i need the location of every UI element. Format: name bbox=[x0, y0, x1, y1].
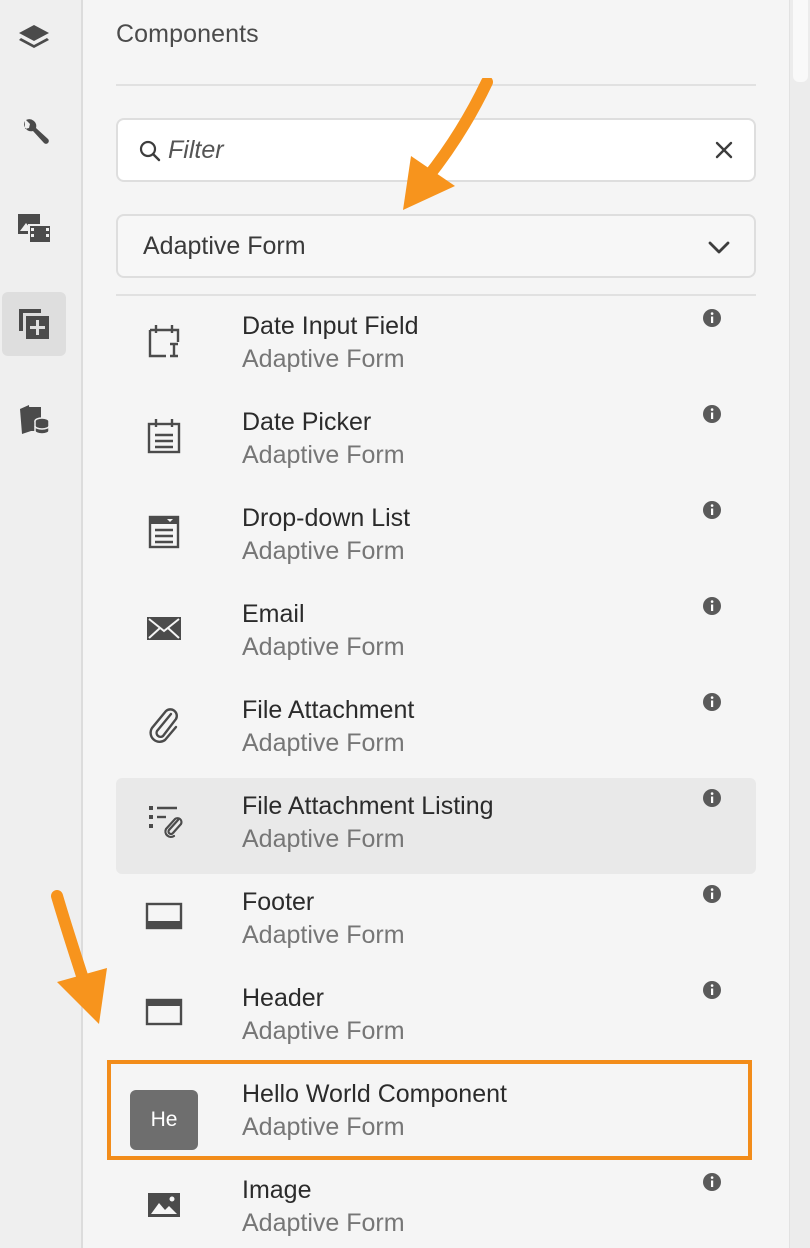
component-name: Hello World Component bbox=[242, 1080, 507, 1108]
list-item[interactable]: Date Input Field Adaptive Form bbox=[116, 298, 756, 394]
info-icon[interactable] bbox=[702, 308, 722, 328]
properties-button[interactable] bbox=[2, 100, 66, 164]
list-item[interactable]: Date Picker Adaptive Form bbox=[116, 394, 756, 490]
info-icon[interactable] bbox=[702, 1172, 722, 1192]
component-group: Adaptive Form bbox=[242, 729, 405, 757]
scrollbar-track[interactable] bbox=[789, 0, 810, 1248]
component-group: Adaptive Form bbox=[242, 345, 405, 373]
component-name: Header bbox=[242, 984, 324, 1012]
list-item-hello-world[interactable]: He Hello World Component Adaptive Form bbox=[116, 1066, 756, 1162]
list-item[interactable]: Header Adaptive Form bbox=[116, 970, 756, 1066]
component-badge: He bbox=[130, 1090, 198, 1150]
layers-icon bbox=[19, 25, 49, 48]
info-icon[interactable] bbox=[702, 596, 722, 616]
list-item[interactable]: File Attachment Listing Adaptive Form bbox=[116, 778, 756, 874]
list-item[interactable]: Drop-down List Adaptive Form bbox=[116, 490, 756, 586]
component-name: File Attachment bbox=[242, 696, 415, 724]
component-group: Adaptive Form bbox=[242, 633, 405, 661]
calendar-icon bbox=[147, 419, 181, 454]
title-divider bbox=[116, 84, 756, 86]
component-group: Adaptive Form bbox=[242, 537, 405, 565]
assets-button[interactable] bbox=[2, 196, 66, 260]
content-tree-button[interactable] bbox=[2, 388, 66, 452]
component-name: Email bbox=[242, 600, 305, 628]
assets-icon bbox=[18, 214, 52, 244]
info-icon[interactable] bbox=[702, 980, 722, 1000]
date-input-icon bbox=[148, 325, 180, 358]
list-item[interactable]: File Attachment Adaptive Form bbox=[116, 682, 756, 778]
component-group: Adaptive Form bbox=[242, 441, 405, 469]
group-select[interactable]: Adaptive Form bbox=[116, 214, 756, 278]
content-tree-icon bbox=[20, 405, 50, 435]
component-name: File Attachment Listing bbox=[242, 792, 494, 820]
component-name: Drop-down List bbox=[242, 504, 411, 532]
panel-title: Components bbox=[116, 20, 259, 48]
component-group: Adaptive Form bbox=[242, 921, 405, 949]
component-group: Adaptive Form bbox=[242, 825, 405, 853]
dropdown-list-icon bbox=[148, 515, 180, 549]
info-icon[interactable] bbox=[702, 500, 722, 520]
header-icon bbox=[145, 998, 183, 1026]
component-name: Image bbox=[242, 1176, 312, 1204]
wrench-icon bbox=[24, 119, 49, 144]
group-select-value: Adaptive Form bbox=[143, 232, 306, 260]
info-icon[interactable] bbox=[702, 788, 722, 808]
side-rail bbox=[0, 0, 83, 1248]
component-group: Adaptive Form bbox=[242, 1017, 405, 1045]
components-icon bbox=[19, 309, 49, 339]
close-icon[interactable] bbox=[712, 138, 736, 162]
info-icon[interactable] bbox=[702, 692, 722, 712]
list-item[interactable]: Footer Adaptive Form bbox=[116, 874, 756, 970]
components-button[interactable] bbox=[2, 292, 66, 356]
scrollbar-thumb[interactable] bbox=[793, 0, 808, 82]
components-panel: Components Adaptive Form Date bbox=[85, 0, 789, 1248]
image-icon bbox=[148, 1193, 180, 1217]
attachment-list-icon bbox=[149, 806, 183, 839]
paperclip-icon bbox=[149, 708, 178, 743]
layers-button[interactable] bbox=[2, 6, 66, 70]
filter-input[interactable] bbox=[168, 130, 688, 170]
component-list: Date Input Field Adaptive Form Date Pick… bbox=[116, 298, 756, 1248]
search-icon bbox=[139, 140, 161, 162]
component-group: Adaptive Form bbox=[242, 1113, 405, 1141]
list-divider bbox=[116, 294, 756, 296]
footer-icon bbox=[145, 902, 183, 930]
component-name: Footer bbox=[242, 888, 315, 916]
chevron-down-icon bbox=[708, 241, 730, 254]
component-name: Date Picker bbox=[242, 408, 372, 436]
envelope-icon bbox=[147, 617, 181, 640]
info-icon[interactable] bbox=[702, 884, 722, 904]
component-group: Adaptive Form bbox=[242, 1209, 405, 1237]
component-name: Date Input Field bbox=[242, 312, 419, 340]
list-item[interactable]: Image Adaptive Form bbox=[116, 1162, 756, 1248]
filter-box[interactable] bbox=[116, 118, 756, 182]
info-icon[interactable] bbox=[702, 404, 722, 424]
list-item[interactable]: Email Adaptive Form bbox=[116, 586, 756, 682]
